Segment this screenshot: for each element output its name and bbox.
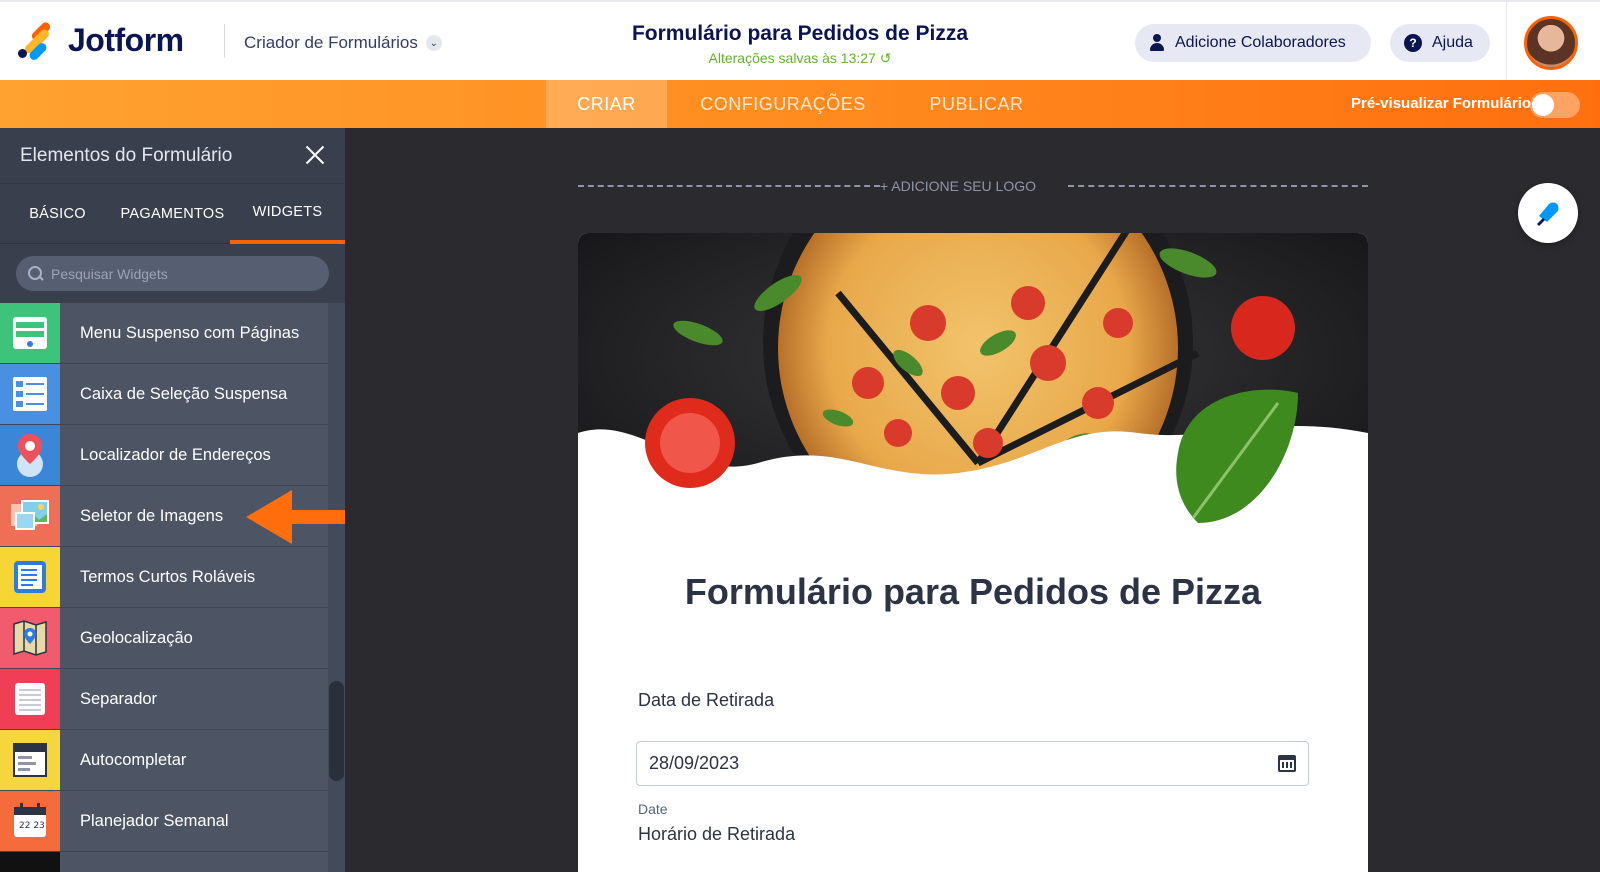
jotform-logo[interactable]: Jotform (16, 20, 184, 62)
widget-label: Menu Suspenso com Páginas (80, 323, 300, 342)
panel-header: Elementos do Formulário (0, 128, 345, 183)
search-box (16, 256, 329, 291)
search-input[interactable] (51, 265, 311, 282)
widget-label: Autocompletar (80, 750, 187, 769)
tab-criar[interactable]: CRIAR (546, 80, 667, 128)
brand-name: Jotform (68, 22, 184, 58)
widget-item-dropdown-checkbox[interactable]: Caixa de Seleção Suspensa (0, 364, 328, 425)
preview-toggle[interactable] (1530, 92, 1580, 118)
search-container (0, 243, 345, 303)
panel-title: Elementos do Formulário (20, 144, 233, 166)
autocomplete-icon (0, 730, 60, 790)
pizza-banner-image (578, 233, 1368, 543)
help-button[interactable]: ? Ajuda (1390, 24, 1490, 62)
tab-label: PUBLICAR (929, 93, 1024, 114)
tab-label: WIDGETS (252, 204, 323, 220)
image-picker-icon (0, 486, 60, 546)
widget-item-separator[interactable]: Separador (0, 669, 328, 730)
widget-label: Caixa de Seleção Suspensa (80, 384, 288, 403)
widget-item-paged-dropdown[interactable]: Menu Suspenso com Páginas (0, 303, 328, 364)
logo-divider-left (578, 185, 880, 187)
form-heading: Formulário para Pedidos de Pizza (684, 571, 1262, 612)
widget-icon (0, 852, 60, 872)
form-card: Formulário para Pedidos de Pizza Data de… (578, 233, 1368, 872)
svg-text:22 23: 22 23 (19, 821, 45, 831)
tab-basico[interactable]: BÁSICO (0, 184, 115, 244)
widget-item-scroll-terms[interactable]: Termos Curtos Roláveis (0, 547, 328, 608)
close-icon[interactable] (301, 141, 329, 169)
widget-item-geolocation[interactable]: Geolocalização (0, 608, 328, 669)
saved-status-text: Alterações salvas às 13:27 (708, 50, 876, 66)
separator-icon (0, 669, 60, 729)
widget-label: Seletor de Imagens (80, 506, 224, 525)
widget-item-address-finder[interactable]: Localizador de Endereços (0, 425, 328, 486)
question-icon: ? (1404, 34, 1422, 52)
tab-label: CONFIGURAÇÕES (700, 93, 866, 114)
widget-label: Localizador de Endereços (80, 445, 271, 464)
tab-label: CRIAR (577, 93, 636, 114)
add-collaborators-label: Adicione Colaboradores (1175, 34, 1346, 51)
builder-nav: CRIAR CONFIGURAÇÕES PUBLICAR Pré-visuali… (0, 80, 1600, 128)
tab-widgets[interactable]: WIDGETS (230, 184, 345, 244)
tab-configuracoes[interactable]: CONFIGURAÇÕES (677, 80, 889, 128)
logo-divider-right (1068, 185, 1368, 187)
tab-label: BÁSICO (29, 206, 86, 222)
scroll-terms-icon (0, 547, 60, 607)
tab-pagamentos[interactable]: PAGAMENTOS (115, 184, 230, 244)
jotform-logo-icon (16, 20, 56, 62)
widget-item-partial[interactable] (0, 852, 328, 872)
widget-label: Geolocalização (80, 628, 193, 647)
widget-label: Termos Curtos Roláveis (80, 567, 256, 586)
divider (224, 24, 225, 58)
refresh-icon: ↺ (879, 50, 892, 66)
pickup-date-value: 28/09/2023 (649, 753, 740, 773)
pickup-date-sublabel: Date (638, 801, 668, 817)
person-icon (1149, 34, 1165, 52)
tab-label: PAGAMENTOS (120, 206, 225, 222)
divider (1506, 2, 1507, 82)
search-icon (28, 266, 43, 281)
chevron-down-icon: ⌄ (425, 35, 442, 51)
map-pin-icon (0, 425, 60, 485)
dropdown-checkbox-icon (0, 364, 60, 424)
widget-list: Menu Suspenso com Páginas Caixa de Seleç… (0, 303, 345, 872)
tab-publicar[interactable]: PUBLICAR (909, 80, 1044, 128)
widget-item-weekly-planner[interactable]: 22 23 Planejador Semanal (0, 791, 328, 852)
avatar[interactable] (1524, 16, 1578, 70)
builder-menu[interactable]: Criador de Formulários ⌄ (244, 33, 442, 53)
add-collaborators-button[interactable]: Adicione Colaboradores (1135, 24, 1371, 62)
toggle-knob (1532, 94, 1554, 116)
help-label: Ajuda (1432, 34, 1473, 51)
scrollbar[interactable] (328, 303, 345, 872)
panel-tabs: BÁSICO PAGAMENTOS WIDGETS (0, 183, 345, 244)
paged-dropdown-icon (0, 303, 60, 363)
form-designer-button[interactable] (1518, 183, 1578, 243)
scrollbar-thumb[interactable] (329, 681, 344, 781)
pickup-time-label: Horário de Retirada (638, 824, 796, 844)
geolocation-map-icon (0, 608, 60, 668)
top-bar: Jotform Criador de Formulários ⌄ Formulá… (0, 0, 1600, 82)
widget-label: Planejador Semanal (80, 811, 229, 830)
widget-label: Separador (80, 689, 158, 708)
widget-item-autocomplete[interactable]: Autocompletar (0, 730, 328, 791)
preview-label: Pré-visualizar Formulário (1351, 95, 1532, 112)
builder-menu-label: Criador de Formulários (244, 33, 418, 52)
calendar-icon[interactable] (1278, 755, 1296, 772)
pickup-date-input[interactable]: 28/09/2023 (636, 741, 1309, 786)
paint-roller-icon (1537, 202, 1559, 226)
calendar-icon: 22 23 (0, 791, 60, 851)
pickup-date-label: Data de Retirada (638, 690, 775, 710)
add-logo-button[interactable]: + ADICIONE SEU LOGO (880, 178, 1070, 194)
